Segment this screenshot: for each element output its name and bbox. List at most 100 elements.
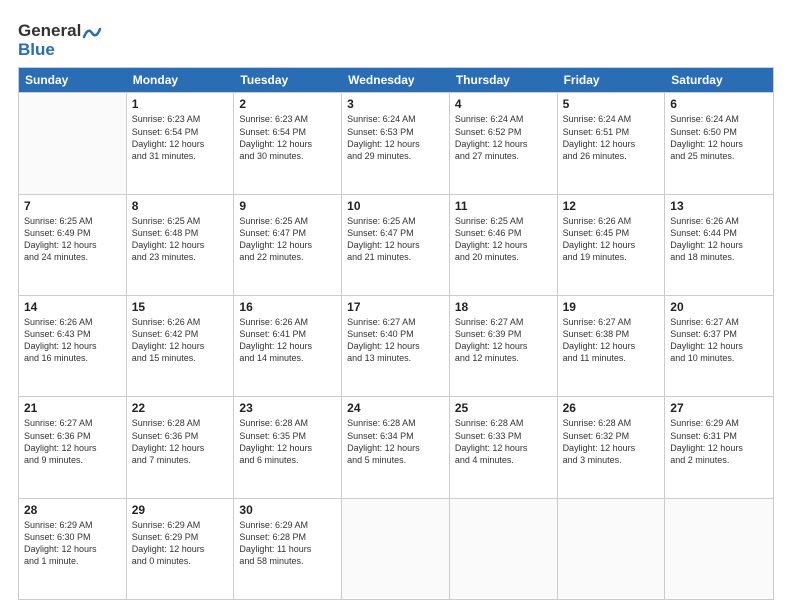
cell-info: Sunrise: 6:27 AM Sunset: 6:36 PM Dayligh… [24,417,121,466]
cell-info: Sunrise: 6:28 AM Sunset: 6:32 PM Dayligh… [563,417,660,466]
cell-info: Sunrise: 6:24 AM Sunset: 6:53 PM Dayligh… [347,113,444,162]
day-number: 4 [455,97,552,111]
calendar-cell: 14 Sunrise: 6:26 AM Sunset: 6:43 PM Dayli… [19,296,127,396]
calendar-cell: 1 Sunrise: 6:23 AM Sunset: 6:54 PM Daylig… [127,93,235,193]
day-number: 27 [670,401,768,415]
cell-info: Sunrise: 6:28 AM Sunset: 6:35 PM Dayligh… [239,417,336,466]
cell-info: Sunrise: 6:25 AM Sunset: 6:47 PM Dayligh… [347,215,444,264]
day-number: 6 [670,97,768,111]
day-number: 22 [132,401,229,415]
calendar-week-row: 14 Sunrise: 6:26 AM Sunset: 6:43 PM Dayli… [19,295,773,396]
calendar-cell: 17Sunrise: 6:27 AM Sunset: 6:40 PM Dayli… [342,296,450,396]
cell-info: Sunrise: 6:28 AM Sunset: 6:34 PM Dayligh… [347,417,444,466]
day-number: 17 [347,300,444,314]
calendar-cell: 27 Sunrise: 6:29 AM Sunset: 6:31 PM Dayli… [665,397,773,497]
calendar-header-cell: Thursday [450,68,558,92]
calendar-header-cell: Sunday [19,68,127,92]
calendar-cell: 24Sunrise: 6:28 AM Sunset: 6:34 PM Dayli… [342,397,450,497]
cell-info: Sunrise: 6:23 AM Sunset: 6:54 PM Dayligh… [132,113,229,162]
cell-info: Sunrise: 6:27 AM Sunset: 6:38 PM Dayligh… [563,316,660,365]
calendar-week-row: 1 Sunrise: 6:23 AM Sunset: 6:54 PM Daylig… [19,92,773,193]
day-number: 21 [24,401,121,415]
cell-info: Sunrise: 6:25 AM Sunset: 6:48 PM Dayligh… [132,215,229,264]
calendar-cell: 21 Sunrise: 6:27 AM Sunset: 6:36 PM Dayli… [19,397,127,497]
day-number: 12 [563,199,660,213]
day-number: 3 [347,97,444,111]
calendar-body: 1 Sunrise: 6:23 AM Sunset: 6:54 PM Daylig… [19,92,773,599]
calendar-cell: 28 Sunrise: 6:29 AM Sunset: 6:30 PM Dayli… [19,499,127,599]
calendar-cell: 3 Sunrise: 6:24 AM Sunset: 6:53 PM Daylig… [342,93,450,193]
cell-info: Sunrise: 6:25 AM Sunset: 6:49 PM Dayligh… [24,215,121,264]
calendar: SundayMondayTuesdayWednesdayThursdayFrid… [18,67,774,600]
calendar-cell [342,499,450,599]
cell-info: Sunrise: 6:26 AM Sunset: 6:43 PM Dayligh… [24,316,121,365]
calendar-cell: 30 Sunrise: 6:29 AM Sunset: 6:28 PM Dayli… [234,499,342,599]
calendar-cell: 20 Sunrise: 6:27 AM Sunset: 6:37 PM Dayli… [665,296,773,396]
cell-info: Sunrise: 6:28 AM Sunset: 6:33 PM Dayligh… [455,417,552,466]
day-number: 28 [24,503,121,517]
day-number: 8 [132,199,229,213]
page: General Blue SundayMondayTuesdayWednesda… [0,0,792,612]
day-number: 13 [670,199,768,213]
day-number: 10 [347,199,444,213]
calendar-cell: 19 Sunrise: 6:27 AM Sunset: 6:38 PM Dayli… [558,296,666,396]
cell-info: Sunrise: 6:27 AM Sunset: 6:37 PM Dayligh… [670,316,768,365]
calendar-cell: 9 Sunrise: 6:25 AM Sunset: 6:47 PM Daylig… [234,195,342,295]
cell-info: Sunrise: 6:25 AM Sunset: 6:46 PM Dayligh… [455,215,552,264]
cell-info: Sunrise: 6:26 AM Sunset: 6:41 PM Dayligh… [239,316,336,365]
day-number: 26 [563,401,660,415]
cell-info: Sunrise: 6:26 AM Sunset: 6:45 PM Dayligh… [563,215,660,264]
day-number: 5 [563,97,660,111]
calendar-cell [450,499,558,599]
calendar-header-row: SundayMondayTuesdayWednesdayThursdayFrid… [19,68,773,92]
logo-wordmark: General Blue [18,22,103,59]
day-number: 2 [239,97,336,111]
calendar-week-row: 28 Sunrise: 6:29 AM Sunset: 6:30 PM Dayli… [19,498,773,599]
calendar-cell: 12 Sunrise: 6:26 AM Sunset: 6:45 PM Dayli… [558,195,666,295]
cell-info: Sunrise: 6:29 AM Sunset: 6:30 PM Dayligh… [24,519,121,568]
cell-info: Sunrise: 6:29 AM Sunset: 6:31 PM Dayligh… [670,417,768,466]
cell-info: Sunrise: 6:24 AM Sunset: 6:52 PM Dayligh… [455,113,552,162]
calendar-cell: 26 Sunrise: 6:28 AM Sunset: 6:32 PM Dayli… [558,397,666,497]
calendar-cell: 11Sunrise: 6:25 AM Sunset: 6:46 PM Dayli… [450,195,558,295]
day-number: 19 [563,300,660,314]
day-number: 1 [132,97,229,111]
calendar-header-cell: Friday [558,68,666,92]
day-number: 16 [239,300,336,314]
day-number: 30 [239,503,336,517]
day-number: 20 [670,300,768,314]
calendar-cell: 5 Sunrise: 6:24 AM Sunset: 6:51 PM Daylig… [558,93,666,193]
cell-info: Sunrise: 6:29 AM Sunset: 6:28 PM Dayligh… [239,519,336,568]
calendar-header-cell: Monday [127,68,235,92]
calendar-header-cell: Saturday [665,68,773,92]
cell-info: Sunrise: 6:28 AM Sunset: 6:36 PM Dayligh… [132,417,229,466]
cell-info: Sunrise: 6:25 AM Sunset: 6:47 PM Dayligh… [239,215,336,264]
calendar-cell [558,499,666,599]
cell-info: Sunrise: 6:26 AM Sunset: 6:44 PM Dayligh… [670,215,768,264]
calendar-cell: 18 Sunrise: 6:27 AM Sunset: 6:39 PM Dayli… [450,296,558,396]
calendar-cell: 8 Sunrise: 6:25 AM Sunset: 6:48 PM Daylig… [127,195,235,295]
day-number: 14 [24,300,121,314]
day-number: 7 [24,199,121,213]
day-number: 25 [455,401,552,415]
logo: General Blue [18,22,103,59]
day-number: 18 [455,300,552,314]
calendar-cell: 10 Sunrise: 6:25 AM Sunset: 6:47 PM Dayli… [342,195,450,295]
calendar-week-row: 7 Sunrise: 6:25 AM Sunset: 6:49 PM Daylig… [19,194,773,295]
calendar-cell: 13 Sunrise: 6:26 AM Sunset: 6:44 PM Dayli… [665,195,773,295]
logo-wave-icon [82,25,102,39]
calendar-cell [19,93,127,193]
calendar-cell: 23 Sunrise: 6:28 AM Sunset: 6:35 PM Dayli… [234,397,342,497]
calendar-header-cell: Tuesday [234,68,342,92]
cell-info: Sunrise: 6:24 AM Sunset: 6:50 PM Dayligh… [670,113,768,162]
cell-info: Sunrise: 6:27 AM Sunset: 6:39 PM Dayligh… [455,316,552,365]
cell-info: Sunrise: 6:24 AM Sunset: 6:51 PM Dayligh… [563,113,660,162]
day-number: 9 [239,199,336,213]
cell-info: Sunrise: 6:23 AM Sunset: 6:54 PM Dayligh… [239,113,336,162]
calendar-cell: 2 Sunrise: 6:23 AM Sunset: 6:54 PM Daylig… [234,93,342,193]
calendar-cell: 22 Sunrise: 6:28 AM Sunset: 6:36 PM Dayli… [127,397,235,497]
calendar-cell: 4 Sunrise: 6:24 AM Sunset: 6:52 PM Daylig… [450,93,558,193]
logo-blue-text: Blue [18,40,55,59]
day-number: 23 [239,401,336,415]
header: General Blue [18,18,774,59]
